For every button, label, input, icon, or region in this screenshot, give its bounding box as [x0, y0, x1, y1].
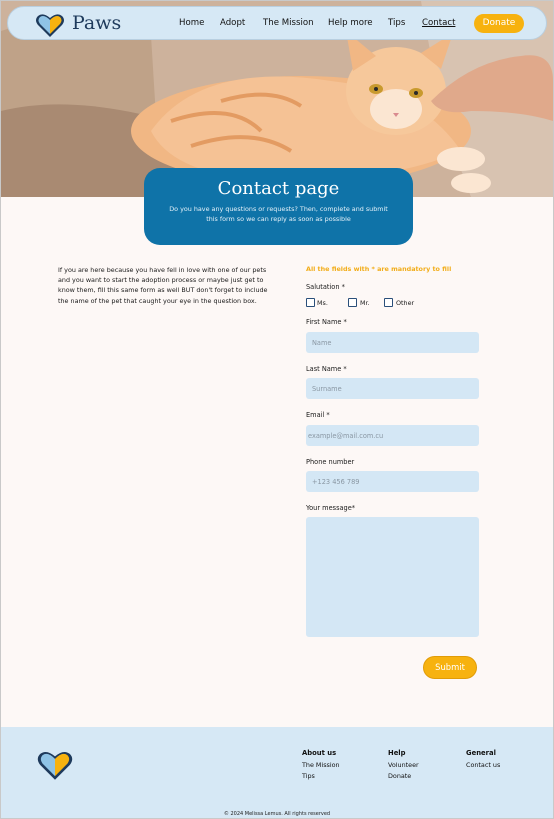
- page-subtitle: Do you have any questions or requests? T…: [169, 205, 388, 223]
- footer-link-volunteer[interactable]: Volunteer: [388, 761, 419, 769]
- email-field[interactable]: [306, 425, 479, 446]
- intro-paragraph: If you are here because you have fell in…: [58, 266, 268, 305]
- footer-link-tips[interactable]: Tips: [302, 772, 315, 780]
- first-name-label: First Name *: [306, 318, 347, 326]
- salutation-other-checkbox[interactable]: [384, 298, 393, 307]
- submit-button[interactable]: Submit: [423, 656, 477, 679]
- salutation-label: Salutation *: [306, 283, 345, 291]
- message-textarea[interactable]: [306, 517, 479, 637]
- salutation-mr-label: Mr.: [360, 299, 370, 307]
- footer-heading-about-us: About us: [302, 749, 337, 757]
- copyright-text: © 2024 Melissa Lemus. All rights reserve…: [223, 811, 331, 817]
- phone-label: Phone number: [306, 458, 355, 466]
- last-name-field[interactable]: [306, 378, 479, 399]
- nav-link-home[interactable]: Home: [179, 18, 204, 28]
- footer-link-donate[interactable]: Donate: [388, 772, 411, 780]
- donate-button[interactable]: Donate: [474, 14, 524, 33]
- footer-link-contact-us[interactable]: Contact us: [466, 761, 500, 769]
- email-label: Email *: [306, 411, 330, 419]
- nav-link-the-mission[interactable]: The Mission: [263, 18, 314, 28]
- salutation-other-label: Other: [396, 299, 415, 307]
- footer-heading-help: Help: [388, 749, 406, 757]
- mandatory-note: All the fields with * are mandatory to f…: [306, 265, 452, 273]
- brand-name[interactable]: Paws: [72, 12, 121, 34]
- footer-heading-general: General: [466, 749, 496, 757]
- message-label: Your message*: [306, 504, 356, 512]
- nav-link-contact[interactable]: Contact: [422, 18, 455, 28]
- phone-field[interactable]: [306, 471, 479, 492]
- top-navbar: Paws Home Adopt The Mission Help more Ti…: [7, 6, 547, 40]
- salutation-ms-label: Ms.: [317, 299, 328, 307]
- footer-link-the-mission[interactable]: The Mission: [302, 761, 340, 769]
- heart-paw-logo-icon[interactable]: [35, 12, 65, 38]
- nav-link-help-more[interactable]: Help more: [328, 18, 373, 28]
- first-name-field[interactable]: [306, 332, 479, 353]
- salutation-mr-checkbox[interactable]: [348, 298, 357, 307]
- contact-header-card: Contact page Do you have any questions o…: [144, 168, 413, 245]
- heart-paw-logo-icon[interactable]: [36, 749, 74, 781]
- last-name-label: Last Name *: [306, 365, 347, 373]
- footer: About us The Mission Tips Help Volunteer…: [1, 727, 553, 818]
- page-title: Contact page: [217, 178, 340, 199]
- nav-link-adopt[interactable]: Adopt: [220, 18, 245, 28]
- salutation-ms-checkbox[interactable]: [306, 298, 315, 307]
- nav-link-tips[interactable]: Tips: [388, 18, 405, 28]
